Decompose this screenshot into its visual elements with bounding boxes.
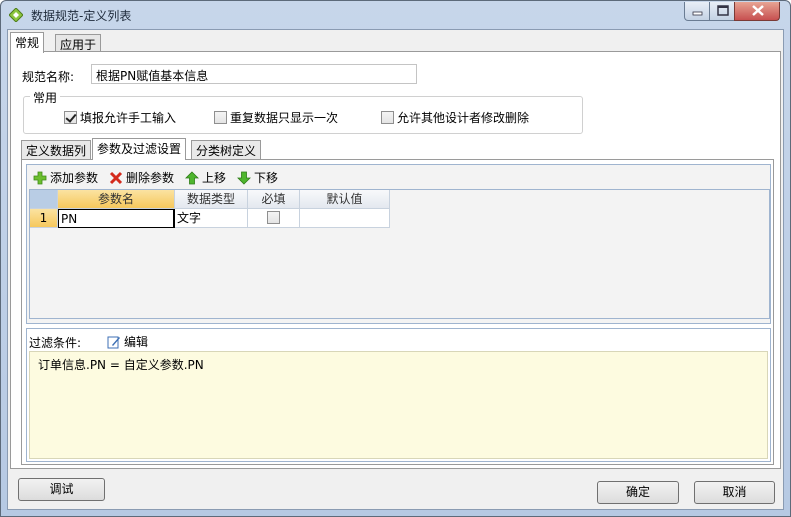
spec-name-label: 规范名称:: [22, 70, 75, 84]
default-value-cell[interactable]: [300, 209, 390, 228]
column-header-required[interactable]: 必填: [248, 190, 300, 209]
edit-filter-label: 编辑: [124, 335, 149, 349]
dialog-client: 常规 应用于 规范名称: 根据PN赋值基本信息 常用 填报允许手工输入 重复数据…: [7, 29, 784, 510]
column-header-data-type[interactable]: 数据类型: [175, 190, 248, 209]
show-duplicate-once-checkbox[interactable]: 重复数据只显示一次: [214, 109, 338, 126]
plus-icon: [33, 171, 47, 184]
tab-applied-to[interactable]: 应用于: [55, 34, 102, 52]
general-panel: 规范名称: 根据PN赋值基本信息 常用 填报允许手工输入 重复数据只显示一次 允…: [10, 51, 781, 469]
filter-area: 过滤条件: 编辑 订单信息.PN = 自定义参数.PN: [26, 328, 771, 462]
title-bar[interactable]: 数据规范-定义列表: [1, 1, 790, 29]
column-header-param-name[interactable]: 参数名: [58, 190, 175, 209]
dialog-window: 数据规范-定义列表 常规 应用于 规范名称: 根据PN赋值基本信息 常用 填报允…: [0, 0, 791, 517]
params-toolbar: 添加参数 删除参数 上移 下移: [27, 165, 770, 189]
diamond-app-icon: [9, 8, 23, 22]
tab-category-tree[interactable]: 分类树定义: [191, 140, 262, 159]
checkbox-box: [64, 111, 77, 124]
delete-param-button[interactable]: 删除参数: [109, 169, 174, 186]
param-name-cell[interactable]: PN: [58, 209, 175, 228]
checkbox-box: [214, 111, 227, 124]
move-down-label: 下移: [254, 171, 279, 185]
cancel-button[interactable]: 取消: [694, 481, 775, 504]
required-checkbox[interactable]: [267, 211, 280, 224]
row-header[interactable]: 1: [30, 209, 58, 228]
add-param-button[interactable]: 添加参数: [33, 169, 98, 186]
edit-filter-button[interactable]: 编辑: [107, 333, 148, 350]
add-param-label: 添加参数: [50, 171, 99, 185]
move-down-button[interactable]: 下移: [237, 169, 278, 186]
checkbox-label: 允许其他设计者修改删除: [397, 111, 530, 125]
minimize-icon: [692, 11, 703, 16]
window-title: 数据规范-定义列表: [31, 9, 132, 23]
minimize-button[interactable]: [684, 2, 710, 21]
delete-x-icon: [109, 171, 123, 184]
data-type-cell[interactable]: 文字: [175, 209, 248, 228]
maximize-icon: [717, 5, 729, 16]
delete-param-label: 删除参数: [126, 171, 175, 185]
filter-label: 过滤条件:: [29, 336, 82, 350]
filter-expression[interactable]: 订单信息.PN = 自定义参数.PN: [29, 351, 768, 459]
edit-pencil-icon: [107, 336, 120, 348]
checkbox-label: 填报允许手工输入: [80, 111, 177, 125]
tab-define-columns[interactable]: 定义数据列: [21, 140, 92, 159]
move-up-button[interactable]: 上移: [185, 169, 226, 186]
column-header-default[interactable]: 默认值: [300, 190, 390, 209]
debug-button[interactable]: 调试: [18, 478, 105, 501]
close-button[interactable]: [734, 2, 780, 21]
tab-params-filter[interactable]: 参数及过滤设置: [92, 138, 187, 160]
common-group: 常用 填报允许手工输入 重复数据只显示一次 允许其他设计者修改删除: [23, 89, 583, 134]
params-grid: 参数名 数据类型 必填 默认值 1 PN 文字: [29, 189, 770, 319]
allow-other-designers-checkbox[interactable]: 允许其他设计者修改删除: [381, 109, 529, 126]
common-group-title: 常用: [30, 89, 61, 106]
maximize-button[interactable]: [709, 2, 735, 21]
close-icon: [752, 5, 764, 16]
checkbox-box: [381, 111, 394, 124]
arrow-down-icon: [237, 171, 251, 185]
spec-name-input[interactable]: 根据PN赋值基本信息: [91, 64, 417, 84]
ok-button[interactable]: 确定: [597, 481, 679, 504]
move-up-label: 上移: [202, 171, 227, 185]
grid-corner: [30, 190, 58, 209]
required-cell[interactable]: [248, 209, 300, 228]
arrow-up-icon: [185, 170, 199, 184]
params-area: 添加参数 删除参数 上移 下移 参数名 数据类型 必填 默认值 1 PN 文字: [26, 164, 771, 324]
params-filter-panel: 添加参数 删除参数 上移 下移 参数名 数据类型 必填 默认值 1 PN 文字 …: [21, 159, 774, 465]
tab-general[interactable]: 常规: [10, 32, 45, 53]
allow-manual-input-checkbox[interactable]: 填报允许手工输入: [64, 109, 176, 126]
checkbox-label: 重复数据只显示一次: [230, 111, 339, 125]
